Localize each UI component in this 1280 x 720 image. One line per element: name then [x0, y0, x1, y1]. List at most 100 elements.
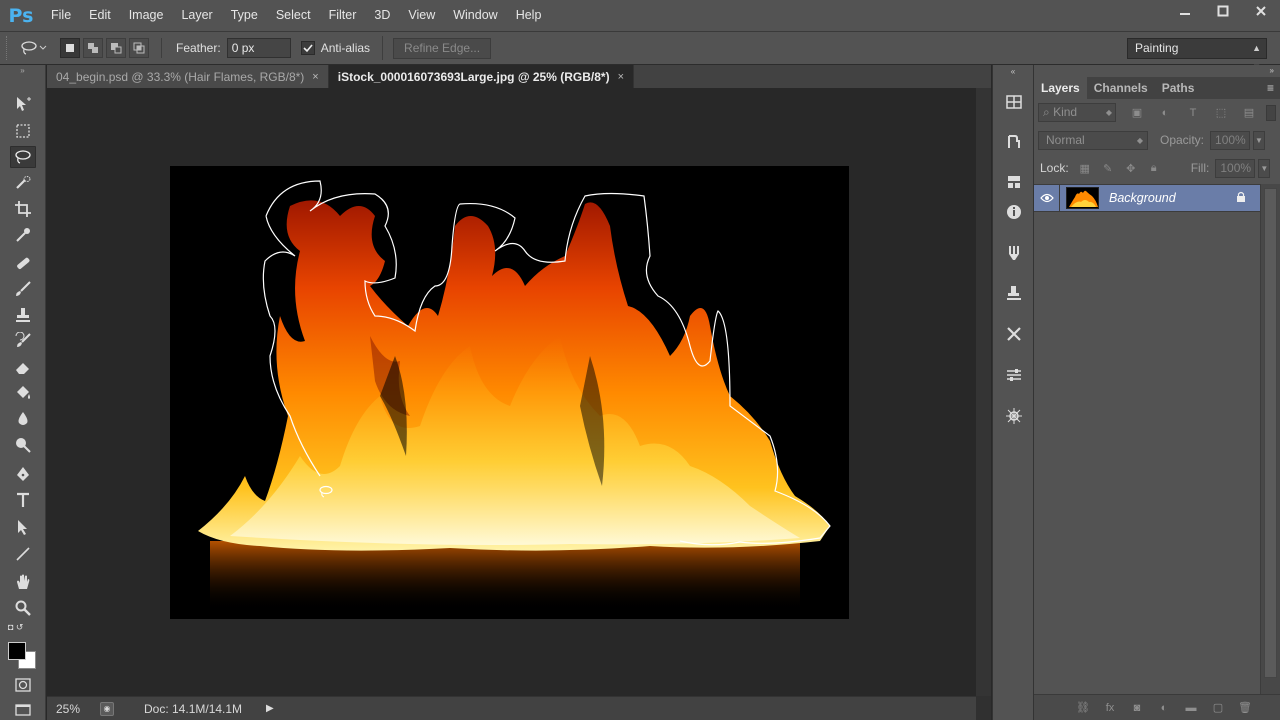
- pixel-filter-icon[interactable]: ▣: [1130, 106, 1144, 120]
- new-layer-icon[interactable]: ▢: [1211, 701, 1225, 715]
- collapse-arrows-icon[interactable]: »: [1034, 65, 1280, 77]
- link-layers-icon[interactable]: ⛓: [1076, 701, 1090, 715]
- swatches-grid-icon[interactable]: [1001, 90, 1027, 114]
- menu-file[interactable]: File: [42, 0, 80, 31]
- properties-icon[interactable]: [1001, 363, 1027, 387]
- scrollbar-thumb[interactable]: [1264, 188, 1277, 678]
- fx-icon[interactable]: fx: [1103, 701, 1117, 715]
- anti-alias-checkbox[interactable]: [300, 41, 315, 55]
- menu-view[interactable]: View: [399, 0, 444, 31]
- filter-kind-select[interactable]: ⌕ Kind ◆: [1038, 103, 1116, 122]
- chevron-down-icon[interactable]: ▼: [1253, 130, 1266, 150]
- zoom-level[interactable]: 25%: [56, 702, 94, 716]
- tab-istock-image[interactable]: iStock_000016073693Large.jpg @ 25% (RGB/…: [328, 65, 635, 88]
- document-canvas-image[interactable]: [170, 166, 849, 619]
- tab-04-begin[interactable]: 04_begin.psd @ 33.3% (Hair Flames, RGB/8…: [47, 65, 329, 88]
- eyedropper-tool-icon[interactable]: [10, 224, 36, 246]
- fill-input[interactable]: 100%: [1215, 158, 1256, 178]
- visibility-eye-icon[interactable]: [1034, 184, 1060, 212]
- feather-input[interactable]: [226, 38, 291, 58]
- collapse-arrows-icon[interactable]: »: [0, 65, 45, 77]
- menu-image[interactable]: Image: [120, 0, 173, 31]
- new-selection-button[interactable]: [60, 38, 80, 58]
- adjustments-icon[interactable]: [1001, 170, 1027, 194]
- tab-layers[interactable]: Layers: [1034, 77, 1087, 99]
- layer-name[interactable]: Background: [1109, 191, 1176, 205]
- adjustment-layer-icon[interactable]: ◐: [1157, 701, 1171, 715]
- lock-all-icon[interactable]: 🔒︎: [1147, 161, 1161, 175]
- brush-tool-icon[interactable]: [10, 278, 36, 300]
- add-to-selection-button[interactable]: [83, 38, 103, 58]
- chevron-down-icon[interactable]: ▼: [1258, 158, 1271, 178]
- close-icon[interactable]: ×: [618, 71, 624, 83]
- lasso-tool-icon[interactable]: [10, 146, 36, 168]
- layer-row-background[interactable]: Background: [1034, 184, 1260, 212]
- play-arrow-icon[interactable]: ▶: [266, 703, 274, 714]
- blend-mode-select[interactable]: Normal ◆: [1038, 130, 1148, 150]
- clone-source-icon[interactable]: [1001, 281, 1027, 305]
- clone-stamp-tool-icon[interactable]: [10, 304, 36, 326]
- move-tool-icon[interactable]: [10, 93, 36, 115]
- smart-object-filter-icon[interactable]: ▤: [1242, 106, 1256, 120]
- tab-channels[interactable]: Channels: [1087, 77, 1155, 99]
- 3d-icon[interactable]: [1001, 404, 1027, 428]
- history-icon[interactable]: [1001, 130, 1027, 154]
- history-brush-tool-icon[interactable]: [10, 330, 36, 352]
- close-icon[interactable]: ×: [312, 71, 318, 83]
- default-colors-icon[interactable]: ◘ ↺: [8, 622, 23, 633]
- intersect-selection-button[interactable]: [129, 38, 149, 58]
- line-tool-icon[interactable]: [10, 543, 36, 565]
- menu-select[interactable]: Select: [267, 0, 320, 31]
- menu-3d[interactable]: 3D: [365, 0, 399, 31]
- tool-preset-picker[interactable]: [14, 36, 54, 60]
- maximize-button[interactable]: [1204, 0, 1242, 22]
- adjustment-filter-icon[interactable]: ◐: [1158, 106, 1172, 120]
- crop-tool-icon[interactable]: [10, 198, 36, 220]
- menu-type[interactable]: Type: [222, 0, 267, 31]
- hand-tool-icon[interactable]: [10, 571, 36, 593]
- trash-icon[interactable]: 🗑︎: [1238, 701, 1252, 715]
- blur-tool-icon[interactable]: [10, 408, 36, 430]
- type-tool-icon[interactable]: [10, 489, 36, 511]
- add-mask-icon[interactable]: ◙: [1130, 701, 1144, 715]
- layers-scrollbar[interactable]: [1260, 184, 1280, 694]
- close-button[interactable]: [1242, 0, 1280, 22]
- pen-tool-icon[interactable]: [10, 463, 36, 485]
- opacity-input[interactable]: 100%: [1210, 130, 1251, 150]
- workspace-select[interactable]: Painting ▲▼: [1127, 38, 1267, 72]
- quick-mask-icon[interactable]: [10, 674, 36, 696]
- path-selection-tool-icon[interactable]: [10, 516, 36, 538]
- dodge-tool-icon[interactable]: [10, 434, 36, 456]
- tools-presets-icon[interactable]: [1001, 322, 1027, 346]
- menu-filter[interactable]: Filter: [320, 0, 366, 31]
- shape-filter-icon[interactable]: ⬚: [1214, 106, 1228, 120]
- subtract-from-selection-button[interactable]: [106, 38, 126, 58]
- menu-edit[interactable]: Edit: [80, 0, 120, 31]
- menu-layer[interactable]: Layer: [172, 0, 221, 31]
- tab-paths[interactable]: Paths: [1155, 77, 1202, 99]
- menu-window[interactable]: Window: [444, 0, 506, 31]
- brushes-icon[interactable]: [1001, 241, 1027, 265]
- zoom-tool-icon[interactable]: [10, 597, 36, 619]
- lock-position-icon[interactable]: ✥: [1124, 161, 1138, 175]
- type-filter-icon[interactable]: T: [1186, 106, 1200, 120]
- minimize-button[interactable]: [1166, 0, 1204, 22]
- foreground-color-swatch[interactable]: [8, 642, 26, 660]
- quick-selection-tool-icon[interactable]: [10, 172, 36, 194]
- screen-mode-icon[interactable]: [10, 698, 36, 720]
- eraser-tool-icon[interactable]: [10, 356, 36, 378]
- menu-help[interactable]: Help: [507, 0, 551, 31]
- healing-brush-tool-icon[interactable]: [10, 252, 36, 274]
- paint-bucket-tool-icon[interactable]: [10, 382, 36, 404]
- status-info-icon[interactable]: ◉: [100, 701, 114, 716]
- filter-toggle-switch[interactable]: [1266, 104, 1276, 121]
- canvas-vertical-scrollbar[interactable]: [976, 88, 991, 696]
- lock-transparency-icon[interactable]: ▦: [1078, 161, 1092, 175]
- panel-menu-icon[interactable]: ≡: [1267, 77, 1274, 99]
- options-bar-grip[interactable]: [6, 36, 14, 60]
- new-group-icon[interactable]: ▬: [1184, 701, 1198, 715]
- info-icon[interactable]: [1001, 200, 1027, 224]
- lock-pixels-icon[interactable]: ✎: [1101, 161, 1115, 175]
- marquee-tool-icon[interactable]: [10, 120, 36, 142]
- collapse-arrows-icon[interactable]: «: [993, 65, 1033, 79]
